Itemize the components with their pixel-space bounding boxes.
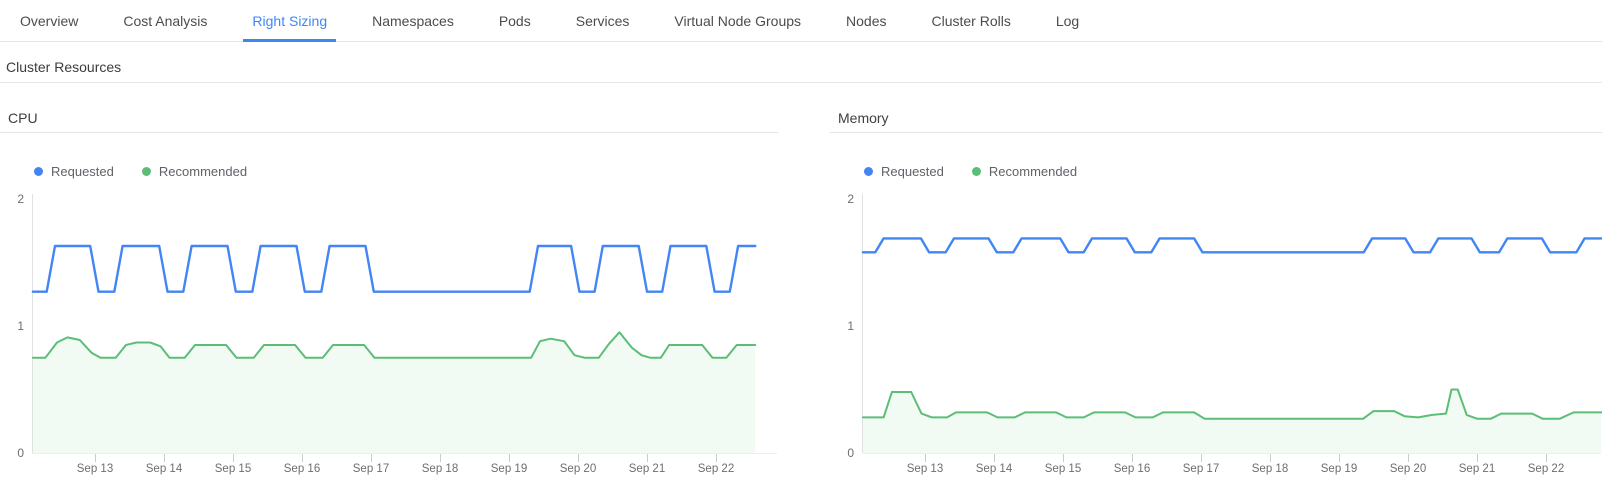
x-axis-label: Sep 19 (491, 463, 527, 475)
legend-label: Requested (881, 164, 944, 179)
tab-cost-analysis[interactable]: Cost Analysis (123, 0, 207, 41)
recommended-area (33, 332, 755, 453)
y-axis-label: 0 (847, 446, 854, 460)
memory-legend: Requested Recommended (864, 164, 1602, 179)
tab-overview[interactable]: Overview (20, 0, 78, 41)
x-axis-label: Sep 20 (1390, 463, 1426, 475)
legend-item-requested[interactable]: Requested (864, 164, 944, 179)
x-axis-label: Sep 17 (1183, 463, 1219, 475)
y-axis-label: 1 (17, 319, 24, 333)
cpu-line-chart: 0 1 2 Sep 13 Sep 14 Sep 15 Sep 16 Sep 17 Sep 18 S… (0, 187, 778, 479)
tab-nodes[interactable]: Nodes (846, 0, 886, 41)
legend-item-recommended[interactable]: Recommended (972, 164, 1077, 179)
memory-chart-panel: Memory Requested Recommended 0 1 2 Sep 13 Se… (830, 83, 1602, 479)
requested-line (33, 246, 755, 292)
tab-pods[interactable]: Pods (499, 0, 531, 41)
x-axis-label: Sep 20 (560, 463, 596, 475)
x-axis-label: Sep 16 (284, 463, 320, 475)
recommended-area (863, 390, 1601, 454)
legend-item-recommended[interactable]: Recommended (142, 164, 247, 179)
requested-line (863, 238, 1601, 252)
y-axis-label: 0 (17, 446, 24, 460)
tab-virtual-node-groups[interactable]: Virtual Node Groups (674, 0, 801, 41)
legend-label: Recommended (989, 164, 1077, 179)
memory-line-chart: 0 1 2 Sep 13 Sep 14 Sep 15 Sep 16 Sep 17 Sep 18 S… (830, 187, 1602, 479)
requested-dot-icon (34, 167, 43, 176)
tab-cluster-rolls[interactable]: Cluster Rolls (931, 0, 1010, 41)
recommended-dot-icon (142, 167, 151, 176)
charts-row: CPU Requested Recommended 0 1 2 Sep 13 Sep 1… (0, 83, 1602, 479)
cpu-legend: Requested Recommended (34, 164, 778, 179)
x-axis-label: Sep 13 (907, 463, 943, 475)
x-axis-label: Sep 15 (215, 463, 251, 475)
x-axis-label: Sep 13 (77, 463, 113, 475)
x-axis-label: Sep 21 (1459, 463, 1495, 475)
x-axis-label: Sep 16 (1114, 463, 1150, 475)
tab-services[interactable]: Services (576, 0, 630, 41)
y-axis-label: 2 (17, 192, 24, 206)
x-axis-label: Sep 18 (1252, 463, 1288, 475)
tab-bar: Overview Cost Analysis Right Sizing Name… (0, 0, 1602, 42)
x-axis-label: Sep 22 (698, 463, 734, 475)
x-axis-label: Sep 19 (1321, 463, 1357, 475)
y-axis-label: 2 (847, 192, 854, 206)
tab-log[interactable]: Log (1056, 0, 1079, 41)
memory-chart-title: Memory (830, 110, 1602, 133)
x-axis-label: Sep 15 (1045, 463, 1081, 475)
x-axis-label: Sep 22 (1528, 463, 1564, 475)
recommended-dot-icon (972, 167, 981, 176)
y-axis-label: 1 (847, 319, 854, 333)
tab-right-sizing[interactable]: Right Sizing (252, 0, 327, 41)
x-axis-label: Sep 17 (353, 463, 389, 475)
legend-label: Recommended (159, 164, 247, 179)
section-title: Cluster Resources (0, 42, 1602, 83)
x-axis-label: Sep 18 (422, 463, 458, 475)
requested-dot-icon (864, 167, 873, 176)
legend-label: Requested (51, 164, 114, 179)
tab-namespaces[interactable]: Namespaces (372, 0, 454, 41)
x-axis-label: Sep 14 (146, 463, 183, 475)
x-axis-label: Sep 14 (976, 463, 1013, 475)
cpu-chart-panel: CPU Requested Recommended 0 1 2 Sep 13 Sep 1… (0, 83, 778, 479)
x-axis-label: Sep 21 (629, 463, 665, 475)
legend-item-requested[interactable]: Requested (34, 164, 114, 179)
cpu-chart-title: CPU (0, 110, 778, 133)
